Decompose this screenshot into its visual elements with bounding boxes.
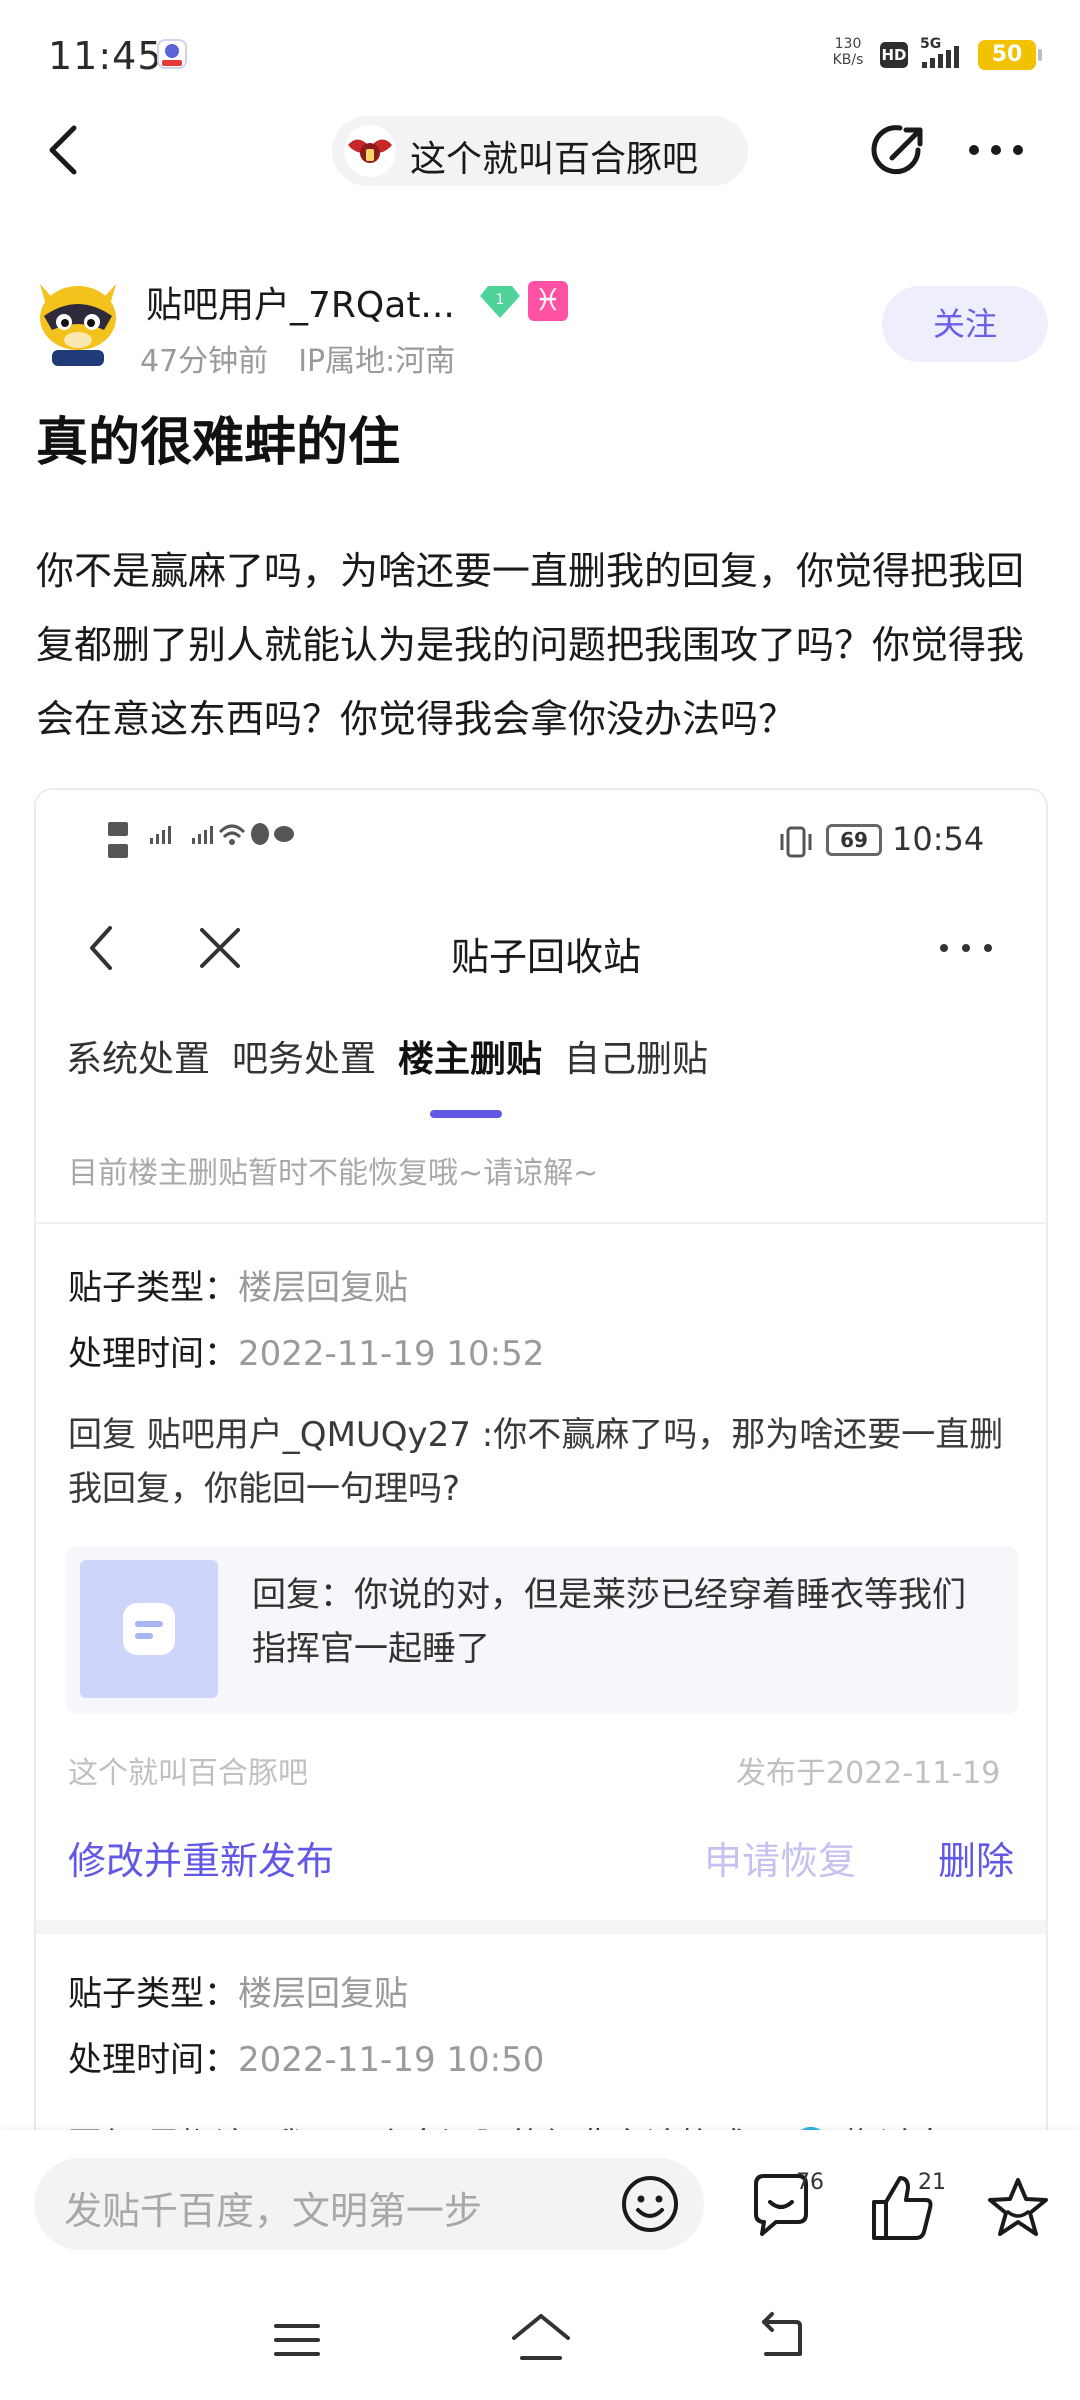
- image-delete: 删除: [938, 1839, 1015, 1883]
- post-body: 你不是赢麻了吗，为啥还要一直删我的回复，你觉得把我回复都删了别人就能认为是我的问…: [36, 549, 1025, 741]
- image-tab-system: 系统处置: [66, 1039, 211, 1080]
- quote-thumb-icon: [80, 1560, 218, 1698]
- quote-text: 回复：你说的对，但是莱莎已经穿着睡衣等我们指挥官一起睡了: [252, 1575, 966, 1669]
- zodiac-badge: ♓: [528, 281, 568, 321]
- image-status-icons: [108, 816, 408, 876]
- like-count: 21: [918, 2170, 946, 2195]
- image-battery: 69: [826, 824, 882, 856]
- battery-icon: 50: [978, 40, 1042, 70]
- ip-location: IP属地:河南: [298, 344, 456, 379]
- image-type-row: 贴子类型：楼层回复贴: [68, 1260, 408, 1309]
- time-value: 2022-11-19 10:52: [238, 1334, 545, 1374]
- emoji-icon[interactable]: [620, 2174, 680, 2234]
- forum-name: 这个就叫百合豚吧: [410, 139, 699, 180]
- vibrate-icon: [780, 826, 812, 858]
- back-button[interactable]: [40, 118, 90, 182]
- image-time-row-2: 处理时间：2022-11-19 10:50: [68, 2032, 544, 2081]
- image-quote-card: 回复：你说的对，但是莱莎已经穿着睡衣等我们指挥官一起睡了: [66, 1546, 1018, 1714]
- network-speed-value: 130: [834, 36, 862, 52]
- image-tab-admin: 吧务处置: [232, 1039, 377, 1080]
- time-label: 处理时间：: [68, 1334, 238, 1374]
- nav-back-button[interactable]: [756, 2310, 806, 2362]
- back-arrow-icon: [762, 2312, 802, 2356]
- type-value: 楼层回复贴: [238, 1974, 408, 2014]
- system-nav-bar: [0, 2280, 1080, 2400]
- network-type: 5G: [920, 36, 941, 52]
- more-dots-icon: [969, 145, 1023, 155]
- post-image[interactable]: 69 10:54 贴子回收站 系统处置 吧务处置 楼主删贴 自己删贴 目前楼主删…: [34, 788, 1048, 2148]
- tieba-notification-icon: [156, 38, 188, 70]
- home-icon: [512, 2314, 570, 2360]
- author-meta: 47分钟前 IP属地:河南: [140, 336, 455, 380]
- status-bar: 11:45 130 KB/s HD 5G 50: [0, 0, 1080, 100]
- comment-placeholder: 发贴千百度，文明第一步: [64, 2189, 483, 2233]
- image-divider: [36, 1222, 1046, 1224]
- follow-button[interactable]: 关注: [882, 286, 1048, 362]
- post-title: 真的很难蚌的住: [36, 413, 401, 473]
- signal-5g-icon: 5G: [918, 34, 968, 72]
- favorite-button[interactable]: [986, 2176, 1050, 2240]
- image-page-title: 贴子回收站: [450, 935, 641, 979]
- type-label: 贴子类型：: [68, 1268, 238, 1308]
- nav-menu-button[interactable]: [272, 2320, 322, 2360]
- menu-icon: [274, 2324, 320, 2356]
- author-avatar[interactable]: [34, 274, 122, 366]
- nav-home-button[interactable]: [510, 2310, 572, 2366]
- share-icon: [871, 125, 923, 175]
- hd-icon: HD: [880, 42, 908, 68]
- comment-input[interactable]: 发贴千百度，文明第一步: [34, 2158, 704, 2250]
- type-value: 楼层回复贴: [238, 1268, 408, 1308]
- reply-count: 76: [796, 2170, 824, 2195]
- share-button[interactable]: [868, 120, 930, 182]
- network-speed: 130 KB/s: [828, 36, 868, 68]
- star-icon: [988, 2178, 1048, 2236]
- image-tab-self: 自己删贴: [564, 1039, 709, 1080]
- image-close-icon: [192, 920, 248, 976]
- image-tabs: 系统处置 吧务处置 楼主删贴 自己删贴: [36, 1030, 1046, 1120]
- time-label: 处理时间：: [68, 2040, 238, 2080]
- image-type-row-2: 贴子类型：楼层回复贴: [68, 1966, 408, 2015]
- bottom-action-bar: 发贴千百度，文明第一步 76 21: [0, 2130, 1080, 2280]
- more-button[interactable]: [966, 140, 1026, 160]
- author-name[interactable]: 贴吧用户_7RQat...: [146, 276, 455, 328]
- forum-pill[interactable]: 这个就叫百合豚吧: [332, 116, 748, 186]
- image-separator: [36, 1920, 1046, 1934]
- type-label: 贴子类型：: [68, 1974, 238, 2014]
- level-value: 1: [496, 292, 505, 308]
- image-tab-indicator: [430, 1110, 502, 1118]
- image-reply-text: 回复 贴吧用户_QMUQy27 :你不赢麻了吗，那为啥还要一直删我回复，你能回一…: [68, 1415, 1004, 1509]
- chevron-left-icon: [49, 125, 77, 175]
- network-speed-unit: KB/s: [832, 52, 864, 68]
- image-notice: 目前楼主删贴暂时不能恢复哦~请谅解~: [68, 1156, 599, 1191]
- level-badge: 1: [480, 284, 520, 320]
- image-restore: 申请恢复: [704, 1839, 857, 1883]
- time-value: 2022-11-19 10:50: [238, 2040, 545, 2080]
- image-back-icon: [82, 918, 122, 978]
- image-edit-republish: 修改并重新发布: [68, 1839, 335, 1883]
- post-time: 47分钟前: [140, 344, 269, 379]
- image-publish-date: 发布于2022-11-19: [736, 1756, 1001, 1791]
- image-time-row: 处理时间：2022-11-19 10:52: [68, 1326, 544, 1375]
- status-time: 11:45: [48, 34, 163, 78]
- image-tab-owner: 楼主删贴: [398, 1039, 543, 1080]
- image-more-icon: [936, 940, 996, 956]
- image-forum-name: 这个就叫百合豚吧: [68, 1756, 308, 1791]
- image-time: 10:54: [892, 820, 985, 858]
- forum-avatar: [344, 125, 396, 177]
